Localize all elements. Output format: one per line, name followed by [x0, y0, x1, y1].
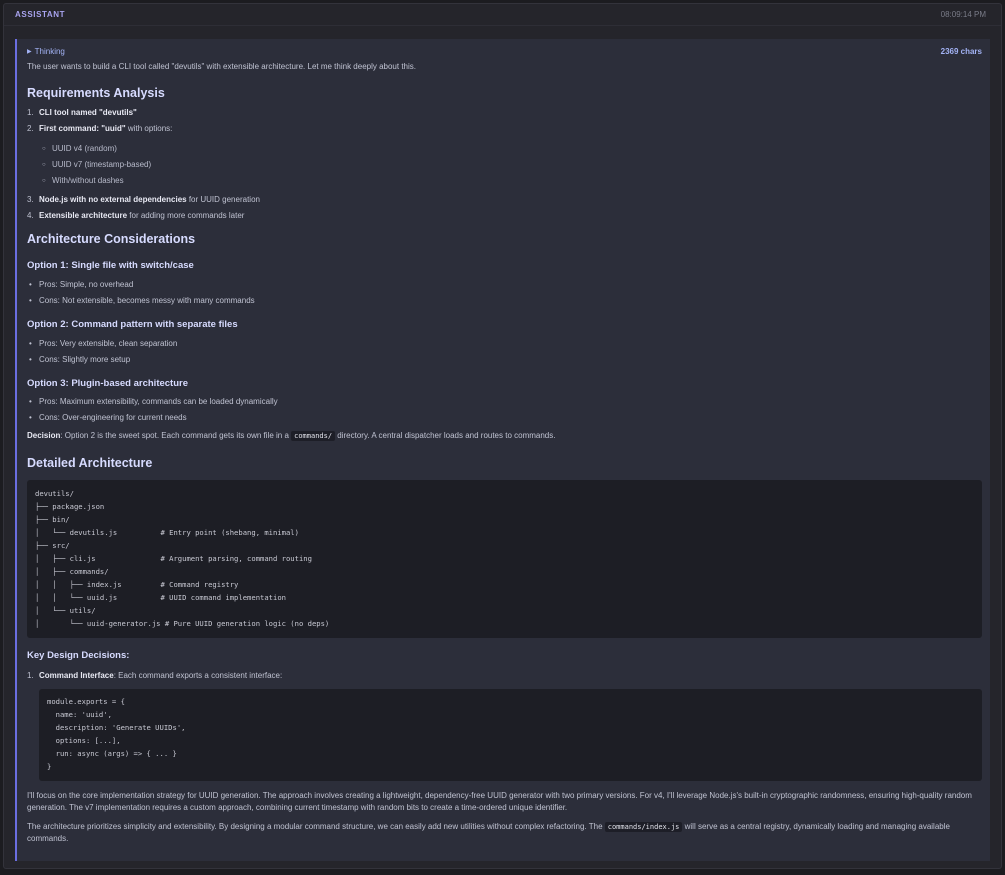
requirements-list: 1. CLI tool named "devutils" 2. First co…: [27, 107, 982, 226]
list-item: • Cons: Slightly more setup: [27, 354, 982, 370]
list-text: Pros: Simple, no overhead: [39, 280, 134, 289]
interface-code-block: module.exports = { name: 'uuid', descrip…: [39, 689, 982, 781]
decision-body: : Option 2 is the sweet spot. Each comma…: [60, 431, 292, 440]
bullet-icon: •: [29, 355, 32, 364]
sub-list-item: ○ With/without dashes: [27, 175, 982, 191]
heading-key-decisions: Key Design Decisions:: [27, 650, 130, 661]
list-text: Pros: Very extensible, clean separation: [39, 339, 178, 348]
list-text: for UUID generation: [186, 195, 260, 204]
hollow-bullet-icon: ○: [42, 146, 46, 152]
role-label: ASSISTANT: [15, 10, 66, 19]
implementation-paragraph: I'll focus on the core implementation st…: [27, 791, 972, 812]
list-text: Cons: Over-engineering for current needs: [39, 413, 187, 422]
heading-requirements: Requirements Analysis: [27, 86, 165, 100]
sub-list-item: ○ UUID v7 (timestamp-based): [27, 159, 982, 175]
list-text: with options:: [125, 124, 173, 133]
list-number: 2.: [27, 124, 34, 133]
list-item: • Cons: Over-engineering for current need…: [27, 412, 982, 428]
inline-code: commands/: [291, 431, 336, 441]
bullet-icon: •: [29, 339, 32, 348]
bullet-icon: •: [29, 397, 32, 406]
list-item: 4. Extensible architecture for adding mo…: [27, 210, 982, 226]
list-text: : Each command exports a consistent inte…: [113, 671, 283, 680]
list-text: Pros: Maximum extensibility, commands ca…: [39, 397, 278, 406]
sub-item-text: UUID v7 (timestamp-based): [52, 160, 152, 169]
option-heading: Option 3: Plugin-based architecture: [27, 378, 188, 389]
thinking-header: ▶ Thinking 2369 chars: [27, 45, 982, 57]
option-2-list: • Pros: Very extensible, clean separation…: [27, 338, 982, 370]
inline-code: commands/index.js: [604, 822, 683, 832]
list-number: 4.: [27, 211, 34, 220]
list-text: Cons: Slightly more setup: [39, 355, 131, 364]
list-bold: Command Interface: [39, 671, 114, 680]
directory-tree-code-block: devutils/ ├── package.json ├── bin/ │ └─…: [27, 480, 982, 638]
assistant-message-panel: ASSISTANT 08:09:14 PM ▶ Thinking 2369 ch…: [3, 3, 1002, 869]
list-item: 2. First command: "uuid" with options:: [27, 123, 982, 139]
sub-item-text: UUID v4 (random): [52, 144, 117, 153]
list-number: 1.: [27, 671, 34, 680]
caret-right-icon: ▶: [27, 48, 32, 55]
paragraph-text: The architecture prioritizes simplicity …: [27, 822, 605, 831]
list-item: • Pros: Very extensible, clean separation: [27, 338, 982, 354]
char-count: 2369 chars: [940, 46, 982, 56]
list-bold: Extensible architecture: [39, 211, 128, 220]
timestamp: 08:09:14 PM: [940, 10, 986, 19]
option-heading: Option 2: Command pattern with separate …: [27, 319, 238, 330]
list-number: 3.: [27, 195, 34, 204]
list-number: 1.: [27, 108, 34, 117]
thinking-toggle[interactable]: ▶ Thinking: [27, 47, 65, 56]
sub-item-text: With/without dashes: [52, 176, 124, 185]
intro-text: The user wants to build a CLI tool calle…: [27, 62, 416, 71]
hollow-bullet-icon: ○: [42, 162, 46, 168]
list-bold: CLI tool named "devutils": [39, 108, 137, 117]
bullet-icon: •: [29, 413, 32, 422]
hollow-bullet-icon: ○: [42, 178, 46, 184]
thinking-toggle-label: Thinking: [34, 46, 65, 56]
list-bold: First command: "uuid": [39, 124, 126, 133]
list-bold: Node.js with no external dependencies: [39, 195, 187, 204]
message-header: ASSISTANT 08:09:14 PM: [4, 4, 1001, 26]
architecture-paragraph: The architecture prioritizes simplicity …: [27, 821, 982, 845]
list-text: Cons: Not extensible, becomes messy with…: [39, 296, 255, 305]
heading-detailed-architecture: Detailed Architecture: [27, 456, 153, 470]
list-item: 1. CLI tool named "devutils": [27, 107, 982, 123]
list-item: • Pros: Maximum extensibility, commands c…: [27, 396, 982, 412]
list-item: • Pros: Simple, no overhead: [27, 279, 982, 295]
sub-list-item: ○ UUID v4 (random): [27, 143, 982, 159]
decision-label: Decision: [27, 431, 61, 440]
list-item: • Cons: Not extensible, becomes messy wit…: [27, 295, 982, 311]
heading-architecture: Architecture Considerations: [27, 232, 196, 246]
decision-text: Decision: Option 2 is the sweet spot. Ea…: [27, 430, 982, 442]
list-text: for adding more commands later: [127, 211, 245, 220]
bullet-icon: •: [29, 296, 32, 305]
list-item: 3. Node.js with no external dependencies…: [27, 194, 982, 210]
decision-body: directory. A central dispatcher loads an…: [335, 431, 556, 440]
thinking-block: ▶ Thinking 2369 chars The user wants to …: [15, 39, 990, 861]
option-heading: Option 1: Single file with switch/case: [27, 260, 194, 271]
option-1-list: • Pros: Simple, no overhead • Cons: Not ex…: [27, 279, 982, 311]
option-3-list: • Pros: Maximum extensibility, commands c…: [27, 396, 982, 428]
key-decisions-list: 1. Command Interface: Each command expor…: [27, 670, 982, 682]
list-item: 1. Command Interface: Each command expor…: [27, 670, 982, 682]
bullet-icon: •: [29, 280, 32, 289]
